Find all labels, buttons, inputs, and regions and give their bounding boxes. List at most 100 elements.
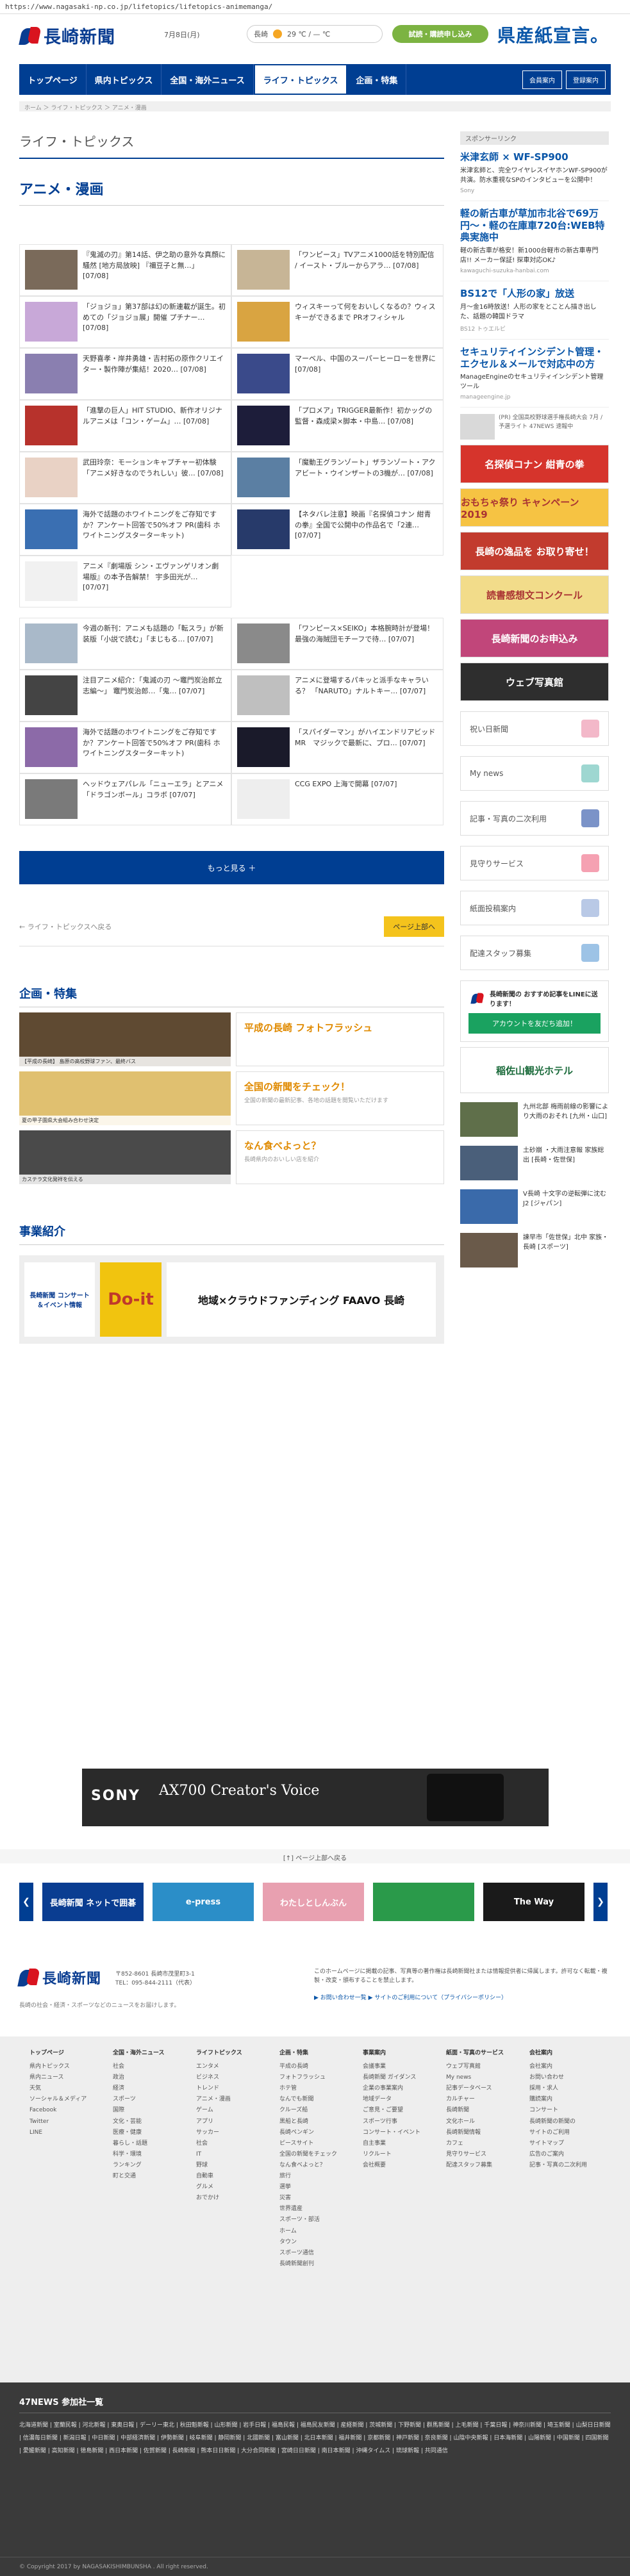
article-card[interactable]: アニメ『劇場版 シン・エヴァンゲリオン劇場版』の本予告解禁！ 宇多田光が… [0… (19, 556, 231, 607)
article-card[interactable]: CCG EXPO 上海で開幕 [07/07] (231, 773, 443, 825)
sidebar-link-box[interactable]: 見守りサービス (460, 846, 609, 881)
footer-link[interactable]: 文化・芸能 (113, 2117, 183, 2127)
trial-subscribe-button[interactable]: 試読・購読申し込み (392, 25, 488, 43)
footer-column-head[interactable]: 全国・海外ニュース (113, 2048, 183, 2059)
footer-link[interactable]: 国際 (113, 2105, 183, 2116)
footer-link[interactable]: 政治 (113, 2072, 183, 2083)
feature-row[interactable]: カステラ文化発祥を伝える なん食べよっと？ 長崎県内のおいしい店を紹介 (19, 1130, 444, 1184)
footer-link[interactable]: IT (196, 2149, 267, 2160)
footer-link[interactable]: 長崎新聞創刊 (279, 2259, 350, 2270)
carousel-item[interactable] (373, 1883, 474, 1921)
footer-link[interactable]: なん食べよっと？ (279, 2160, 350, 2171)
footer-link[interactable]: 科学・環境 (113, 2149, 183, 2160)
carousel-item[interactable]: 長崎新聞 ネットで囲碁 (42, 1883, 144, 1921)
footer-link[interactable]: 社会 (113, 2061, 183, 2072)
footer-policy-links[interactable]: ▶ お問い合わせ一覧 ▶ サイトのご利用について（プライバシーポリシー） (314, 1993, 507, 2001)
carousel-item[interactable]: e-press (153, 1883, 254, 1921)
article-card[interactable]: 「進撃の巨人」HIT STUDIO、新作オリジナルアニメは「コン・ゲーム」… [… (19, 400, 231, 452)
footer-link[interactable]: ビジネス (196, 2072, 267, 2083)
footer-link[interactable]: 野球 (196, 2160, 267, 2171)
article-card[interactable]: 「ジョジョ」第37部は幻の新連載が誕生。初めての「ジョジョ展」開催 プチナー… … (19, 296, 231, 348)
footer-link[interactable]: 採用・求人 (529, 2083, 600, 2094)
footer-column-head[interactable]: ライフトピックス (196, 2048, 267, 2059)
sponsored-ad[interactable]: セキュリティインシデント管理・エクセル＆メールで対応中の方 ManageEngin… (460, 340, 609, 408)
sidebar-link-box[interactable]: 祝い日新聞 (460, 711, 609, 747)
weather-widget[interactable]: 長崎 29 ℃ / — ℃ (247, 25, 383, 43)
footer-link[interactable]: Twitter (29, 2117, 100, 2127)
footer-column-head[interactable]: 企画・特集 (279, 2048, 350, 2059)
footer-link[interactable]: スポーツ・部活 (279, 2215, 350, 2225)
footer-link[interactable]: 長崎新聞の新聞の (529, 2117, 600, 2127)
sidebar-notice[interactable]: (PR) 全国高校野球選手権長崎大会 7月 / 予選ライト 47NEWS 速報中 (460, 414, 609, 440)
footer-link[interactable]: 会社概要 (363, 2160, 433, 2171)
footer-link[interactable]: 全国の新聞をチェック (279, 2149, 350, 2160)
page-top-button[interactable]: ページ上部へ (384, 916, 444, 937)
nav-item-features[interactable]: 企画・特集 (347, 64, 407, 95)
footer-link[interactable]: クルーズ船 (279, 2105, 350, 2116)
nav-item-top[interactable]: トップページ (19, 64, 87, 95)
sidebar-link-box[interactable]: My news (460, 756, 609, 791)
carousel-next-icon[interactable]: ❯ (593, 1883, 608, 1921)
sidebar-banner[interactable]: ウェブ写真館 (460, 663, 609, 702)
footer-link[interactable]: ご意見・ご要望 (363, 2105, 433, 2116)
footer-link[interactable]: エンタメ (196, 2061, 267, 2072)
more-button[interactable]: もっと見る ＋ (19, 851, 444, 884)
footer-link[interactable]: 会社案内 (529, 2061, 600, 2072)
article-card[interactable]: 「スパイダーマン」がハイエンドリアビッドMR マジックで最新に、プロ… [07/… (231, 722, 443, 773)
footer-link[interactable]: 記事・写真の二次利用 (529, 2160, 600, 2171)
footer-link[interactable]: My news (446, 2072, 517, 2083)
register-button[interactable]: 登録案内 (566, 70, 606, 89)
article-card[interactable]: 注目アニメ紹介：「鬼滅の刃 ～竈門炭治郎立志編～」 竈門炭治郎…「鬼… [07/… (19, 670, 231, 722)
footer-link[interactable]: 経済 (113, 2083, 183, 2094)
article-card[interactable]: アニメに登場するパキッと派手なキャラいる？ 「NARUTO」ナルトキー… [07… (231, 670, 443, 722)
article-card[interactable]: マーベル、中国のスーパーヒーローを世界に [07/08] (231, 348, 443, 400)
footer-link[interactable]: コンサート (529, 2105, 600, 2116)
article-card[interactable] (231, 556, 443, 607)
footer-link[interactable]: ソーシャル＆メディア (29, 2094, 100, 2105)
sponsored-ad[interactable]: 軽の新古車が草加市北谷で69万円〜・軽の在庫車720台:WEB特典実施中 軽の新古… (460, 201, 609, 281)
sony-ad-banner[interactable]: SONY AX700 Creator's Voice (82, 1769, 549, 1826)
sidebar-news-item[interactable]: 九州北部 梅雨前線の影響により大雨のおそれ [九州・山口] (460, 1102, 609, 1137)
nav-item-local[interactable]: 県内トピックス (87, 64, 162, 95)
footer-link[interactable]: アニメ・漫画 (196, 2094, 267, 2105)
footer-link[interactable]: スポーツ通信 (279, 2248, 350, 2259)
footer-column-head[interactable]: トップページ (29, 2048, 100, 2059)
footer-link[interactable]: 自主事業 (363, 2138, 433, 2149)
footer-link[interactable]: アプリ (196, 2117, 267, 2127)
footer-link[interactable]: サイトマップ (529, 2138, 600, 2149)
footer-link[interactable]: 長崎ペンギン (279, 2127, 350, 2138)
sidebar-banner[interactable]: 名探偵コナン 紺青の拳 (460, 445, 609, 484)
footer-link[interactable]: リクルート (363, 2149, 433, 2160)
footer-column-head[interactable]: 会社案内 (529, 2048, 600, 2059)
article-card[interactable]: 今週の新刊：アニメも話題の「転スラ」が新装版「小説で読む」「まじもる… [07/… (19, 618, 231, 670)
footer-link[interactable]: ホーム (279, 2226, 350, 2237)
footer-link[interactable]: 黒船と長崎 (279, 2117, 350, 2127)
business-banner-concert[interactable]: 長崎新聞 コンサート＆イベント情報 (24, 1262, 95, 1337)
footer-link[interactable]: 長崎新聞 (446, 2105, 517, 2116)
footer-link[interactable]: 文化ホール (446, 2117, 517, 2127)
article-card[interactable]: 海外で話題のホワイトニングをご存知ですか？アンケート回答で50%オフ PR(歯科… (19, 504, 231, 556)
footer-link[interactable]: 県内トピックス (29, 2061, 100, 2072)
sidebar-banner[interactable]: おもちゃ祭り キャンペーン 2019 (460, 488, 609, 527)
footer-link[interactable]: スポーツ行事 (363, 2117, 433, 2127)
sidebar-news-item[interactable]: 諫早市「佐世保」北中 家族・長崎 [スポーツ] (460, 1233, 609, 1268)
article-card[interactable]: 武田玲奈：モーションキャプチャー初体験「アニメ好きなのでうれしい」彼… [07/… (19, 452, 231, 504)
sidebar-banner[interactable]: 長崎新聞のお申込み (460, 619, 609, 658)
footer-link[interactable]: 県内ニュース (29, 2072, 100, 2083)
feature-row[interactable]: 夏の甲子園県大会組み合わせ決定 全国の新聞をチェック！ 全国の新聞の最新記事、各地の… (19, 1071, 444, 1125)
article-card[interactable]: ウィスキーって何をおいしくなるの？ウィスキーができるまで PRオフィシャル (231, 296, 443, 348)
footer-link[interactable]: 長崎新聞 ガイダンス (363, 2072, 433, 2083)
footer-column-head[interactable]: 紙面・写真のサービス (446, 2048, 517, 2059)
footer-link[interactable]: ピースサイト (279, 2138, 350, 2149)
member-info-button[interactable]: 会員案内 (522, 70, 562, 89)
article-card[interactable]: 「魔動王グランゾート」ザランゾート・アクアビート・ウインザートの3機が… [07… (231, 452, 443, 504)
sponsored-ad[interactable]: 米津玄師 × WF-SP900 米津玄師と、完全ワイヤレスイヤホンWF-SP900… (460, 145, 609, 201)
sidebar-link-box[interactable]: 紙面投稿案内 (460, 891, 609, 926)
footer-link[interactable]: 社会 (196, 2138, 267, 2149)
footer-link[interactable]: サッカー (196, 2127, 267, 2138)
article-card[interactable]: 【ネタバレ注意】映画『名探偵コナン 紺青の拳』全国で公開中の作品名で「2連… [… (231, 504, 443, 556)
nav-item-life[interactable]: ライフ・トピックス (253, 64, 348, 95)
sidebar-link-box[interactable]: 配達スタッフ募集 (460, 936, 609, 971)
footer-link[interactable]: 見守りサービス (446, 2149, 517, 2160)
footer-link[interactable]: タウン (279, 2237, 350, 2248)
